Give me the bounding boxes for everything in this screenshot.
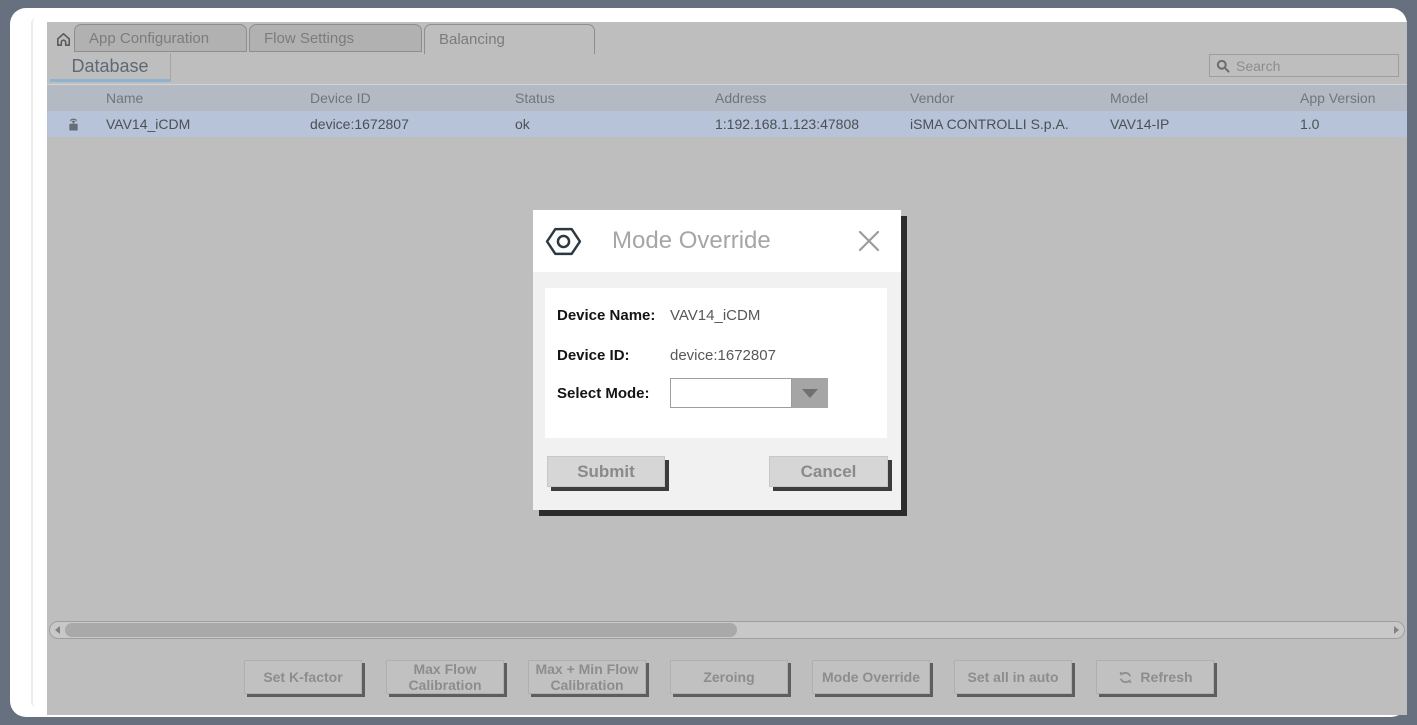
device-id-label: Device ID: — [557, 347, 670, 364]
button-label: Zeroing — [703, 669, 754, 685]
refresh-button[interactable]: Refresh — [1096, 660, 1214, 694]
set-all-in-auto-button[interactable]: Set all in auto — [954, 660, 1072, 694]
button-label: Max + Min Flow Calibration — [529, 661, 645, 693]
mode-select-dropdown-button[interactable] — [792, 378, 828, 408]
set-k-factor-button[interactable]: Set K-factor — [244, 660, 362, 694]
column-header-status[interactable]: Status — [515, 85, 555, 111]
row-vendor: iSMA CONTROLLI S.p.A. — [910, 111, 1069, 137]
button-label: Set all in auto — [967, 669, 1058, 685]
row-status: ok — [515, 111, 530, 137]
search-box — [1209, 54, 1399, 77]
cancel-button[interactable]: Cancel — [769, 456, 888, 487]
submit-button[interactable]: Submit — [547, 456, 665, 487]
dialog-header: Mode Override — [533, 210, 901, 272]
column-header-address[interactable]: Address — [715, 85, 766, 111]
home-button[interactable] — [52, 28, 74, 50]
button-label: Max Flow Calibration — [387, 661, 503, 693]
refresh-icon — [1117, 669, 1134, 686]
device-icon — [65, 111, 82, 137]
subtab-label: Database — [71, 56, 148, 77]
row-name: VAV14_iCDM — [106, 111, 190, 137]
mode-select-value[interactable] — [670, 378, 792, 408]
subtab-database[interactable]: Database — [50, 53, 171, 82]
zeroing-button[interactable]: Zeroing — [670, 660, 788, 694]
scroll-left-arrow-icon[interactable] — [55, 626, 60, 634]
tab-label: Balancing — [439, 31, 505, 48]
search-input[interactable] — [1236, 58, 1407, 74]
row-address: 1:192.168.1.123:47808 — [715, 111, 859, 137]
tab-label: Flow Settings — [264, 30, 354, 47]
button-label: Mode Override — [822, 669, 920, 685]
max-min-flow-calibration-button[interactable]: Max + Min Flow Calibration — [528, 660, 646, 694]
device-id-value: device:1672807 — [670, 347, 776, 364]
horizontal-scrollbar[interactable] — [49, 621, 1405, 639]
device-name-row: Device Name: VAV14_iCDM — [557, 300, 877, 330]
home-icon — [54, 30, 73, 49]
select-mode-label: Select Mode: — [557, 385, 670, 402]
button-label: Refresh — [1140, 669, 1192, 685]
close-icon[interactable] — [855, 227, 883, 255]
tab-flow-settings[interactable]: Flow Settings — [249, 24, 422, 52]
column-header-vendor[interactable]: Vendor — [910, 85, 954, 111]
mode-override-dialog: Mode Override Device Name: VAV14_iCDM De… — [533, 210, 901, 510]
column-header-app-version[interactable]: App Version — [1300, 85, 1376, 111]
dialog-fields-panel: Device Name: VAV14_iCDM Device ID: devic… — [545, 288, 887, 438]
select-mode-row: Select Mode: — [557, 378, 877, 408]
table-row[interactable]: VAV14_iCDM device:1672807 ok 1:192.168.1… — [47, 111, 1407, 137]
search-icon — [1216, 59, 1230, 73]
mode-override-button[interactable]: Mode Override — [812, 660, 930, 694]
row-app-version: 1.0 — [1300, 111, 1319, 137]
column-header-device-id[interactable]: Device ID — [310, 85, 371, 111]
scrollbar-thumb[interactable] — [65, 623, 737, 637]
tab-label: App Configuration — [89, 30, 209, 47]
column-header-model[interactable]: Model — [1110, 85, 1148, 111]
hex-nut-icon — [545, 225, 582, 258]
tab-balancing[interactable]: Balancing — [424, 24, 595, 54]
dialog-title: Mode Override — [612, 227, 771, 255]
row-device-id: device:1672807 — [310, 111, 409, 137]
frame-seam — [31, 18, 41, 707]
chevron-down-icon — [802, 389, 818, 398]
table-header: Name Device ID Status Address Vendor Mod… — [47, 84, 1407, 111]
max-flow-calibration-button[interactable]: Max Flow Calibration — [386, 660, 504, 694]
device-name-value: VAV14_iCDM — [670, 307, 760, 324]
row-model: VAV14-IP — [1110, 111, 1169, 137]
button-label: Set K-factor — [263, 669, 342, 685]
column-header-name[interactable]: Name — [106, 85, 143, 111]
tab-app-configuration[interactable]: App Configuration — [74, 24, 247, 52]
scroll-right-arrow-icon[interactable] — [1394, 626, 1399, 634]
mode-select — [670, 378, 828, 408]
device-id-row: Device ID: device:1672807 — [557, 340, 877, 370]
device-name-label: Device Name: — [557, 307, 670, 324]
